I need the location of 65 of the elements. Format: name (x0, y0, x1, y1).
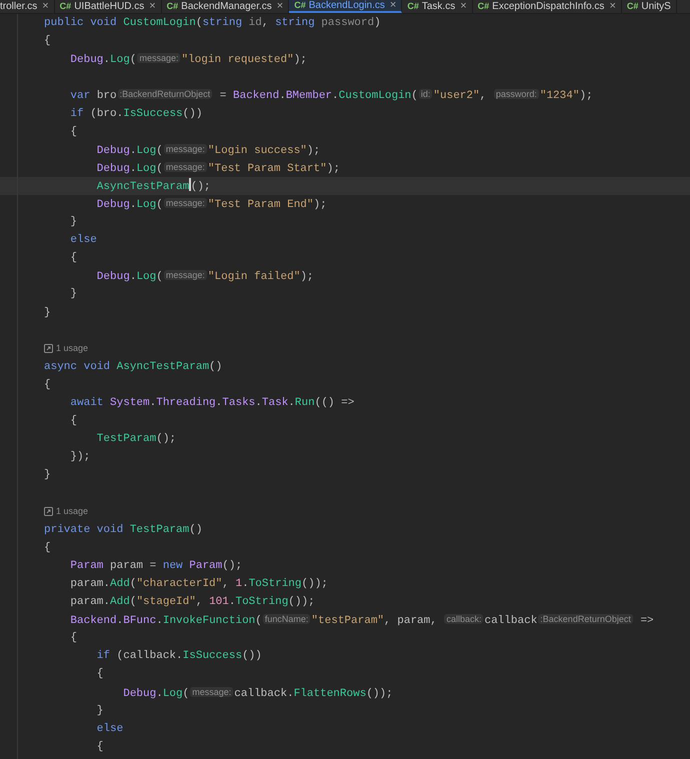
usage-icon (44, 507, 53, 516)
code-line: { (96, 667, 104, 682)
usage-link[interactable]: 1 usage (56, 342, 88, 356)
code-line: } (69, 215, 78, 230)
csharp-icon: C# (294, 0, 306, 11)
usage-icon (44, 344, 53, 354)
code-line: Debug.Log( message: "login requested"); (69, 52, 307, 68)
code-line: param.Add("stageId", 101.ToString()); (69, 595, 315, 610)
code-line: if (callback.IsSuccess()) (96, 649, 262, 664)
tab-label: BackendLogin.cs (308, 0, 385, 11)
editor-tab[interactable]: C# UnityS (622, 0, 677, 13)
csharp-icon: C# (478, 1, 490, 12)
code-line: { (96, 740, 104, 754)
editor-tab[interactable]: C# ExceptionDispatchInfo.cs × (472, 0, 622, 13)
code-line: { (44, 34, 51, 48)
code-line: } (44, 468, 51, 482)
code-line: Param param = new Param(); (69, 558, 242, 573)
close-icon[interactable]: × (460, 1, 467, 12)
csharp-icon: C# (166, 1, 178, 12)
close-icon[interactable]: × (42, 1, 49, 12)
code-line: { (69, 631, 78, 646)
tab-label: BackendManager.cs (181, 1, 272, 12)
code-line: AsyncTestParam(); (44, 178, 211, 194)
code-line: private void TestParam() (44, 522, 202, 537)
code-line: { (69, 414, 78, 428)
code-line: public void CustomLogin(string id, string password) (44, 16, 381, 30)
code-line: Debug.Log( message: callback.FlattenRows()); (122, 686, 393, 701)
csharp-icon: C# (60, 1, 72, 12)
close-icon[interactable]: × (149, 1, 156, 12)
csharp-icon: C# (407, 1, 419, 12)
tab-label: UIBattleHUD.cs (74, 1, 144, 12)
editor-tab[interactable]: C# BackendLogin.cs × (289, 0, 402, 13)
editor-tab[interactable]: C# UIBattleHUD.cs × (54, 0, 162, 13)
code-line: var bro :BackendReturnObject = Backend.BMember.CustomLogin( id: "user2", password: "1234"); (69, 88, 593, 104)
code-line: async void AsyncTestParam() (44, 360, 222, 374)
tab-label: ExceptionDispatchInfo.cs (492, 1, 604, 12)
code-line: { (44, 540, 51, 555)
code-line: Debug.Log( message: "Test Param Start"); (96, 160, 340, 176)
code-line: } (44, 306, 51, 320)
code-line: Backend.BFunc.InvokeFunction( funcName: "testParam", param, callback: callback :BackendReturnObject => (69, 613, 654, 628)
code-line: Debug.Log( message: "Login success"); (96, 142, 320, 158)
code-line: await System.Threading.Tasks.Task.Run(() => (69, 396, 354, 410)
usage-link[interactable]: 1 usage (56, 504, 88, 518)
tab-label: Task.cs (422, 1, 456, 12)
code-line: { (69, 251, 78, 266)
tab-label: troller.cs (0, 1, 38, 12)
code-line: } (96, 704, 104, 718)
close-icon[interactable]: × (276, 1, 284, 12)
editor-tab[interactable]: troller.cs × (0, 0, 55, 13)
code-line: Debug.Log( message: "Test Param End"); (96, 196, 327, 212)
code-line: }); (69, 450, 90, 464)
tab-label: UnityS (641, 1, 671, 12)
code-line: else (96, 722, 124, 736)
code-line: param.Add("characterId", 1.ToString()); (69, 576, 328, 591)
close-icon[interactable]: × (609, 1, 616, 12)
csharp-icon: C# (626, 1, 638, 12)
close-icon[interactable]: × (390, 0, 396, 11)
code-line: { (44, 378, 51, 392)
code-line: else (69, 233, 97, 248)
editor-tab[interactable]: C# Task.cs × (402, 0, 473, 13)
code-line: { (69, 124, 78, 139)
code-line: TestParam(); (96, 432, 176, 446)
code-line: } (69, 287, 78, 302)
code-line: if (bro.IsSuccess()) (69, 106, 202, 121)
code-line: Debug.Log( message: "Login failed"); (96, 269, 314, 284)
